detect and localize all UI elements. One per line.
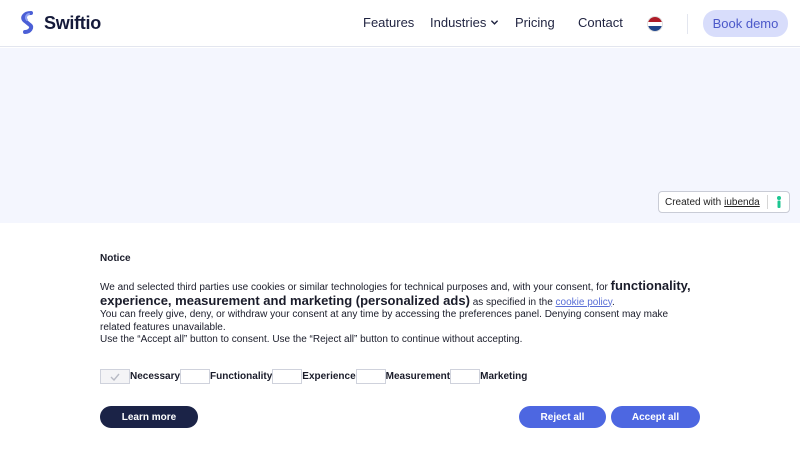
purpose-toggles: Necessary Functionality Experience Measu… — [100, 369, 527, 384]
iubenda-link[interactable]: iubenda — [724, 197, 760, 208]
iubenda-separator — [767, 195, 768, 209]
cookie-banner: Notice We and selected third parties use… — [0, 223, 800, 450]
notice-period: . — [612, 296, 615, 308]
learn-more-button[interactable]: Learn more — [100, 406, 198, 428]
nav-pricing[interactable]: Pricing — [515, 15, 555, 30]
functionality-checkbox[interactable] — [180, 369, 211, 384]
marketing-label: Marketing — [480, 371, 528, 382]
functionality-label: Functionality — [210, 371, 273, 382]
necessary-checkbox[interactable] — [100, 369, 130, 384]
experience-checkbox[interactable] — [272, 369, 303, 384]
brand-name: Swiftio — [44, 12, 101, 33]
site-header: Swiftio Features Industries Pricing Cont… — [0, 0, 800, 47]
nav-contact[interactable]: Contact — [578, 15, 623, 30]
measurement-label: Measurement — [385, 371, 451, 382]
cookie-notice-text: We and selected third parties use cookie… — [100, 279, 700, 347]
nav-industries[interactable]: Industries — [430, 15, 499, 30]
necessary-label: Necessary — [130, 371, 181, 382]
notice-specified: as specified in the — [469, 296, 556, 308]
netherlands-flag-icon[interactable] — [647, 16, 663, 32]
accept-all-button[interactable]: Accept all — [611, 406, 700, 428]
notice-line-2: You can freely give, deny, or withdraw y… — [100, 309, 669, 333]
nav-industries-label: Industries — [430, 15, 487, 30]
swiftio-logo-icon — [21, 11, 34, 34]
notice-line-3: Use the “Accept all” button to consent. … — [100, 334, 523, 345]
iubenda-logo-icon — [777, 196, 781, 208]
marketing-checkbox[interactable] — [450, 369, 481, 384]
chevron-down-icon — [491, 20, 499, 25]
header-divider — [687, 14, 688, 34]
cookie-notice-title: Notice — [100, 253, 131, 264]
brand-logo[interactable]: Swiftio — [18, 11, 101, 35]
book-demo-button[interactable]: Book demo — [703, 10, 788, 37]
cookie-policy-link[interactable]: cookie policy — [556, 297, 613, 308]
experience-label: Experience — [302, 371, 356, 382]
iubenda-badge[interactable]: Created with iubenda — [658, 191, 790, 213]
iubenda-prefix: Created with — [665, 196, 722, 208]
nav-features[interactable]: Features — [363, 15, 414, 30]
notice-intro: We and selected third parties use cookie… — [100, 282, 611, 293]
reject-all-button[interactable]: Reject all — [519, 406, 606, 428]
check-icon — [110, 373, 120, 381]
measurement-checkbox[interactable] — [355, 369, 386, 384]
